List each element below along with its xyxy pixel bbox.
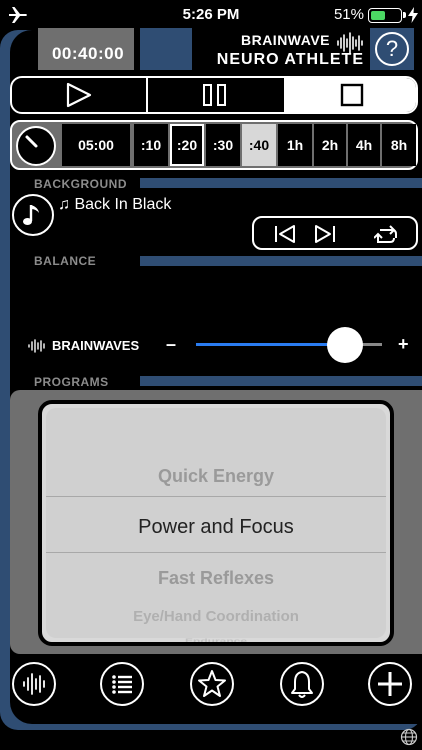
battery-percent: 51%: [333, 6, 364, 23]
status-bar: 5:26 PM 51%: [0, 0, 422, 30]
programs-section-bar: [140, 376, 422, 386]
battery-icon: [368, 8, 402, 23]
help-button[interactable]: ?: [370, 28, 414, 70]
program-option[interactable]: Eye/Hand Coordination: [46, 608, 386, 625]
picker-divider: [46, 496, 386, 497]
balance-slider-fill: [196, 343, 345, 346]
list-icon: [112, 675, 132, 694]
battery-nub: [403, 12, 406, 18]
brand-block: BRAINWAVE NEURO ATHLETE: [217, 32, 364, 69]
help-icon: ?: [375, 32, 409, 66]
tab-add[interactable]: [368, 662, 412, 706]
brainwave-icon: [23, 673, 45, 695]
star-icon: [198, 670, 226, 697]
tab-bar: [0, 660, 422, 710]
tab-favorites[interactable]: [190, 662, 234, 706]
background-section-label: BACKGROUND: [34, 177, 127, 191]
picker-divider: [46, 552, 386, 553]
bell-icon: [291, 671, 313, 698]
duration-option[interactable]: 4h: [348, 124, 380, 166]
play-button[interactable]: [12, 78, 148, 112]
program-picker[interactable]: Quick Energy Power and Focus Fast Reflex…: [38, 400, 394, 646]
brainwaves-text: BRAINWAVES: [52, 338, 140, 353]
stop-button[interactable]: [284, 78, 416, 112]
music-note-small-icon: ♫: [58, 196, 70, 213]
repeat-icon[interactable]: [374, 222, 400, 246]
music-button[interactable]: [12, 194, 54, 236]
timer-display: 00:40:00: [51, 44, 125, 63]
custom-duration[interactable]: 05:00: [62, 124, 130, 166]
next-track-icon[interactable]: [312, 222, 338, 246]
brand-line1: BRAINWAVE: [240, 32, 330, 48]
balance-section-label: BALANCE: [34, 254, 97, 268]
charging-bolt-icon: [408, 7, 418, 23]
pause-icon: [203, 84, 226, 106]
track-title: Back In Black: [74, 196, 172, 213]
balance-slider-thumb[interactable]: [327, 327, 363, 363]
stop-icon: [340, 83, 364, 107]
previous-track-icon[interactable]: [272, 222, 298, 246]
program-option[interactable]: Endurance: [46, 638, 386, 643]
programs-section-label: PROGRAMS: [34, 375, 109, 389]
program-option[interactable]: Fast Reflexes: [46, 568, 386, 589]
duration-option[interactable]: :30: [206, 124, 240, 166]
program-option[interactable]: Quick Energy: [46, 466, 386, 487]
brainwaves-label: BRAINWAVES: [28, 338, 139, 353]
tab-brainwave[interactable]: [12, 662, 56, 706]
plus-icon: [378, 672, 402, 696]
brainwave-icon: [28, 338, 45, 353]
tab-alarms[interactable]: [280, 662, 324, 706]
duration-option-selected[interactable]: :20: [170, 124, 204, 166]
music-note-icon: [23, 205, 39, 225]
duration-selector: 05:00 :10 :20 :30 :40 1h 2h 4h 8h: [10, 120, 418, 170]
background-section-bar: [140, 178, 422, 188]
duration-option[interactable]: 1h: [278, 124, 312, 166]
header-accent: [140, 28, 192, 70]
balance-plus[interactable]: +: [398, 334, 409, 355]
tab-list[interactable]: [100, 662, 144, 706]
dial-icon[interactable]: [16, 126, 56, 166]
program-picker-wheel: Quick Energy Power and Focus Fast Reflex…: [46, 408, 386, 642]
brainwave-logo-icon: [337, 32, 363, 54]
globe-icon[interactable]: [400, 728, 418, 746]
duration-option[interactable]: 2h: [314, 124, 346, 166]
pause-button[interactable]: [148, 78, 284, 112]
track-controls: [252, 216, 418, 250]
duration-option[interactable]: :10: [134, 124, 168, 166]
play-icon: [66, 82, 92, 108]
balance-minus[interactable]: –: [166, 334, 176, 355]
transport-controls: [10, 76, 418, 114]
balance-section-bar: [140, 256, 422, 266]
track-info: ♫ Back In Black: [58, 196, 171, 214]
duration-option[interactable]: 8h: [382, 124, 416, 166]
program-option-selected[interactable]: Power and Focus: [46, 516, 386, 539]
duration-option-highlighted[interactable]: :40: [242, 124, 276, 166]
